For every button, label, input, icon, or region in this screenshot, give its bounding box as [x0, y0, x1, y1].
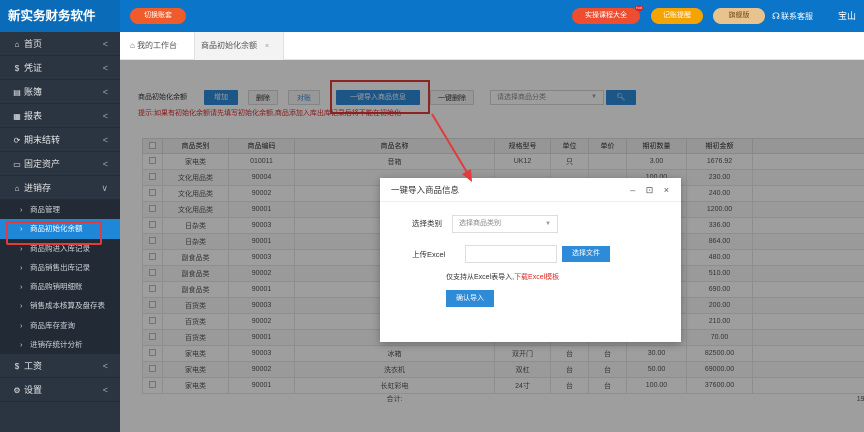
dollar-icon: $ — [14, 64, 20, 73]
choose-file-button[interactable]: 选择文件 — [562, 246, 610, 262]
brand-title: 新实务财务软件 — [0, 0, 120, 32]
home-icon: ⌂ — [14, 184, 20, 193]
file-path-input[interactable] — [465, 245, 557, 263]
switch-account-button[interactable]: 切换账套 — [130, 8, 186, 24]
sidebar-item-label: 账簿 — [24, 87, 43, 97]
gear-icon: ⚙ — [13, 386, 21, 396]
sidebar-item-inventory[interactable]: ⌂ 进销存 ∨ — [0, 176, 120, 200]
import-note-text: 仅支持从Excel表导入, — [446, 274, 515, 281]
sidebar-item-voucher[interactable]: $ 凭证 < — [0, 56, 120, 80]
refresh-icon: ⟳ — [13, 136, 21, 145]
user-name[interactable]: 宝山 — [838, 8, 856, 24]
modal-window-controls[interactable]: – ⊡ × — [630, 178, 673, 202]
download-template-link[interactable]: 下载Excel模板 — [514, 274, 559, 281]
sidebar-subitem-label: 商品销售出库记录 — [30, 262, 90, 272]
import-modal: 一键导入商品信息 – ⊡ × 选择类别 选择商品类别 ▼ 上传Excel 选择文件… — [380, 178, 681, 342]
sidebar-highlight-box — [6, 221, 102, 245]
import-note: 仅支持从Excel表导入,下载Excel模板 — [446, 273, 559, 282]
sidebar-subitem-purchase-sales-ledger[interactable]: › 商品购销明细账 — [0, 277, 120, 297]
home-icon: ⌂ — [14, 40, 20, 49]
sidebar-subitem-statistics[interactable]: › 进销存统计分析 — [0, 335, 120, 355]
caret-down-icon: ▼ — [545, 221, 551, 227]
sidebar-item-label: 固定资产 — [24, 159, 61, 169]
chevron-left-icon: < — [102, 39, 108, 49]
confirm-import-button[interactable]: 确认导入 — [446, 290, 494, 307]
flagship-button[interactable]: 旗舰版 — [713, 8, 765, 24]
sidebar-subitem-label: 商品购销明细账 — [30, 282, 83, 292]
chevron-left-icon: < — [102, 135, 108, 145]
excel-label: 上传Excel — [412, 250, 446, 259]
sidebar-subitem-label: 销售成本核算及盘存表 — [30, 301, 105, 311]
chevron-left-icon: < — [102, 63, 108, 73]
top-bar: 新实务财务软件 切换账套 实操课程大全 hot 记账提醒 旗舰版 ☊联系客服 宝… — [0, 0, 864, 32]
sidebar-item-label: 报表 — [24, 111, 43, 121]
tab-label: 我的工作台 — [137, 41, 178, 50]
chevron-left-icon: < — [102, 361, 108, 372]
contact-support-button[interactable]: ☊联系客服 — [772, 8, 813, 25]
headset-icon: ☊ — [772, 11, 780, 21]
sidebar-subitem-goods-management[interactable]: › 商品管理 — [0, 200, 120, 220]
sidebar-subitem-label: 商品管理 — [30, 205, 60, 214]
sidebar-item-label: 期末结转 — [24, 135, 61, 145]
monitor-icon: ▭ — [13, 160, 21, 169]
tab-goods-initial-balance[interactable]: 商品初始化余额 × — [194, 32, 284, 60]
chevron-right-icon: › — [20, 262, 23, 272]
course-button[interactable]: 实操课程大全 — [572, 8, 640, 24]
hot-badge: hot — [635, 5, 643, 11]
remind-button[interactable]: 记账提醒 — [651, 8, 703, 24]
sidebar-subitem-label: 商品库存查询 — [30, 320, 75, 330]
chevron-down-icon: ∨ — [101, 183, 108, 193]
contact-label: 联系客服 — [781, 12, 813, 21]
book-icon: ▤ — [13, 88, 21, 97]
home-icon: ⌂ — [130, 41, 138, 50]
sidebar-item-ledger[interactable]: ▤ 账簿 < — [0, 80, 120, 104]
modal-category-select[interactable]: 选择商品类别 ▼ — [452, 215, 558, 233]
category-label: 选择类别 — [412, 219, 442, 228]
chevron-right-icon: › — [20, 340, 23, 350]
chevron-left-icon: < — [102, 385, 108, 396]
report-icon: ▦ — [13, 112, 21, 121]
sidebar-subitem-stock-query[interactable]: › 商品库存查询 — [0, 315, 120, 336]
sidebar-subitem-label: 进销存统计分析 — [30, 340, 83, 350]
sidebar-item-label: 进销存 — [24, 183, 52, 193]
sidebar-item-label: 设置 — [24, 385, 43, 396]
sidebar-subitem-sales-records[interactable]: › 商品销售出库记录 — [0, 257, 120, 278]
close-icon[interactable]: × — [265, 43, 269, 50]
dollar-icon: $ — [14, 362, 20, 372]
chevron-right-icon: › — [20, 301, 23, 311]
chevron-right-icon: › — [20, 320, 23, 330]
tab-workbench[interactable]: ⌂ 我的工作台 — [130, 32, 177, 60]
chevron-right-icon: › — [20, 205, 23, 214]
sidebar-item-settings[interactable]: ⚙ 设置 < — [0, 378, 120, 403]
sidebar-item-period-end[interactable]: ⟳ 期末结转 < — [0, 128, 120, 152]
chevron-left-icon: < — [102, 159, 108, 169]
tab-bar: ⌂ 我的工作台 商品初始化余额 × — [120, 32, 864, 60]
chevron-left-icon: < — [102, 87, 108, 97]
modal-category-value: 选择商品类别 — [459, 220, 501, 227]
sidebar-subitem-cost-accounting[interactable]: › 销售成本核算及盘存表 — [0, 296, 120, 316]
sidebar-item-label: 凭证 — [24, 63, 43, 73]
tab-label: 商品初始化余额 — [201, 41, 257, 50]
sidebar-item-report[interactable]: ▦ 报表 < — [0, 104, 120, 128]
chevron-right-icon: › — [20, 282, 23, 292]
sidebar-item-label: 工资 — [24, 361, 43, 372]
sidebar-item-fixed-assets[interactable]: ▭ 固定资产 < — [0, 152, 120, 176]
sidebar-item-salary[interactable]: $ 工资 < — [0, 354, 120, 379]
chevron-left-icon: < — [102, 111, 108, 121]
sidebar-item-home[interactable]: ⌂ 首页 < — [0, 32, 120, 56]
sidebar-item-label: 首页 — [24, 39, 43, 49]
